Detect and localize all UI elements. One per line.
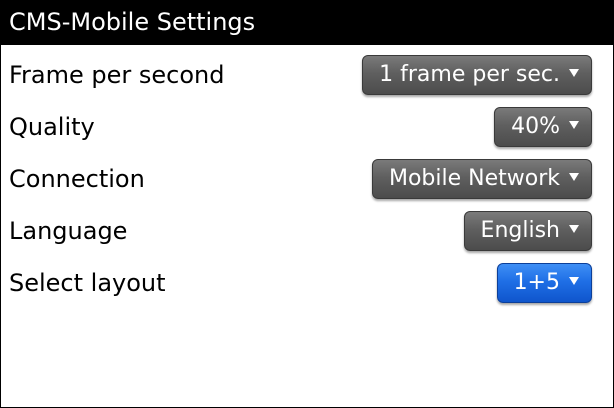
dropdown-value: English xyxy=(480,218,560,243)
dropdown-arrow-icon xyxy=(569,277,579,285)
dropdown-arrow-icon xyxy=(569,173,579,181)
title-bar: CMS-Mobile Settings xyxy=(1,1,613,45)
setting-row-connection: Connection Mobile Network xyxy=(1,153,613,205)
setting-row-frame-per-second: Frame per second 1 frame per sec. xyxy=(1,49,613,101)
dropdown-arrow-icon xyxy=(569,225,579,233)
quality-dropdown[interactable]: 40% xyxy=(494,107,592,147)
dropdown-value: 1+5 xyxy=(513,270,560,295)
dropdown-value: 40% xyxy=(511,114,560,139)
setting-label-quality: Quality xyxy=(9,113,95,141)
setting-label-frame-per-second: Frame per second xyxy=(9,61,225,89)
connection-dropdown[interactable]: Mobile Network xyxy=(371,159,592,199)
setting-row-language: Language English xyxy=(1,205,613,257)
setting-label-connection: Connection xyxy=(9,165,145,193)
dropdown-value: 1 frame per sec. xyxy=(379,62,560,87)
language-dropdown[interactable]: English xyxy=(463,211,592,251)
dropdown-arrow-icon xyxy=(569,69,579,77)
dropdown-value: Mobile Network xyxy=(388,166,560,191)
setting-label-select-layout: Select layout xyxy=(9,269,166,297)
settings-screen: CMS-Mobile Settings Frame per second 1 f… xyxy=(0,0,614,408)
setting-label-language: Language xyxy=(9,217,128,245)
frame-per-second-dropdown[interactable]: 1 frame per sec. xyxy=(362,55,592,95)
screen-title: CMS-Mobile Settings xyxy=(9,8,256,36)
dropdown-arrow-icon xyxy=(569,121,579,129)
setting-row-select-layout: Select layout 1+5 xyxy=(1,257,613,309)
setting-row-quality: Quality 40% xyxy=(1,101,613,153)
select-layout-dropdown[interactable]: 1+5 xyxy=(496,263,592,303)
